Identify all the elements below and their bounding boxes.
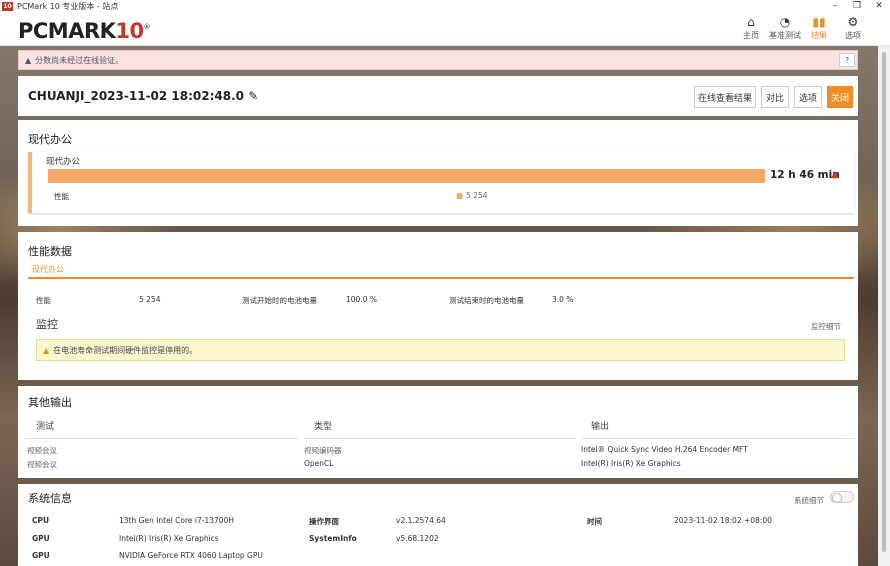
other-section-title: 其他输出 — [28, 396, 72, 409]
bar-chart-icon: ▮▮ — [812, 15, 826, 29]
sys-value: NVIDIA GeForce RTX 4060 Laptop GPU — [119, 551, 263, 560]
divider — [582, 438, 854, 439]
divider — [304, 438, 576, 439]
run-header-card: CHUANJI_2023-11-02 18:02:48.0 ✎ 在线查看结果 对… — [18, 76, 858, 116]
col-header-output: 输出 — [591, 422, 610, 432]
office-perf-value: 5 254 — [466, 191, 488, 200]
sys-label: GPU — [32, 534, 50, 543]
help-button[interactable]: ? — [839, 53, 855, 67]
compare-button[interactable]: 对比 — [761, 86, 789, 108]
office-test-name: 现代办公 — [46, 157, 81, 167]
sys-label: SystemInfo — [309, 534, 357, 543]
battery-end-label: 测试结束时的电池电量 — [449, 296, 524, 305]
sys-section-title: 系统信息 — [28, 492, 72, 505]
perf-row-value: 5 254 — [139, 295, 161, 304]
divider — [26, 438, 298, 439]
nav-benchmarks[interactable]: ◔ 基准测试 — [768, 14, 802, 41]
office-perf-label: 性能 — [54, 192, 69, 201]
vertical-scrollbar[interactable] — [878, 46, 890, 566]
window-title: PCMark 10 专业版本 - 站点 — [17, 1, 119, 11]
col-header-type: 类型 — [314, 422, 333, 432]
close-button[interactable]: 关闭 — [827, 86, 853, 108]
system-detail-toggle[interactable] — [830, 491, 854, 503]
validation-banner: ▲ 分数尚未经过在线验证。 ? — [18, 50, 858, 70]
options-button[interactable]: 选项 — [794, 86, 822, 108]
sys-label: 时间 — [587, 517, 602, 526]
battery-end-value: 3.0 % — [552, 295, 574, 304]
perf-row-label: 性能 — [36, 296, 51, 305]
office-section-title: 现代办公 — [28, 133, 72, 146]
sys-value: 13th Gen Intel Core i7-13700H — [119, 516, 234, 525]
tab-underline — [28, 277, 854, 279]
table-cell: OpenCL — [304, 459, 334, 468]
perf-section-title: 性能数据 — [28, 245, 72, 258]
legend-square-icon: ■ — [456, 191, 464, 200]
nav-options[interactable]: ⚙ 选项 — [836, 14, 870, 41]
window-titlebar: 10 PCMark 10 专业版本 - 站点 – ❐ ✕ — [0, 0, 890, 12]
warning-icon: ▲ — [25, 55, 32, 65]
other-outputs-card: 其他输出 测试 类型 输出 视频会议 视频编码器 Intel® Quick Sy… — [18, 386, 858, 478]
score-bar — [48, 169, 765, 183]
table-cell: 视频编码器 — [304, 446, 342, 455]
nav-results[interactable]: ▮▮ 结果 — [802, 14, 836, 41]
edit-pencil-icon[interactable]: ✎ — [248, 89, 258, 103]
app-logo-icon: 10 — [2, 1, 13, 11]
gauge-icon: ◔ — [779, 15, 791, 29]
gear-icon: ⚙ — [847, 15, 859, 29]
monitor-detail-link[interactable]: 监控细节 — [811, 321, 841, 332]
table-cell: 视频会议 — [27, 460, 57, 469]
table-cell: Intel(R) Iris(R) Xe Graphics — [581, 459, 681, 468]
table-cell: 视频会议 — [27, 446, 57, 455]
nav-home[interactable]: ⌂ 主页 — [734, 14, 768, 41]
col-header-test: 测试 — [36, 422, 55, 432]
brand-logo: PCMARK10® — [18, 19, 151, 43]
main-nav: ⌂ 主页 ◔ 基准测试 ▮▮ 结果 ⚙ 选项 — [734, 14, 870, 41]
office-result-panel: 现代办公 12 h 46 min ▲ 性能 ■ 5 254 — [28, 152, 854, 213]
window-controls: – ❐ ✕ — [824, 1, 890, 11]
warning-icon: ▲ — [43, 345, 50, 355]
view-online-button[interactable]: 在线查看结果 — [694, 86, 756, 108]
battery-start-label: 测试开始时的电池电量 — [242, 296, 317, 305]
validation-text: 分数尚未经过在线验证。 — [35, 55, 124, 65]
system-detail-label: 系统细节 — [794, 496, 824, 505]
monitor-warning-text: 在电池寿命测试期间硬件监控是停用的。 — [53, 345, 198, 355]
office-score-card: 现代办公 现代办公 12 h 46 min ▲ 性能 ■ 5 254 — [18, 120, 858, 226]
monitor-warning: ▲ 在电池寿命测试期间硬件监控是停用的。 — [36, 339, 845, 361]
close-window-icon[interactable]: ✕ — [868, 1, 890, 11]
sys-label: CPU — [32, 516, 50, 525]
tab-modern-office[interactable]: 现代办公 — [32, 264, 64, 275]
sys-value: v2.1.2574 64 — [396, 516, 446, 525]
minimize-icon[interactable]: – — [824, 1, 846, 11]
performance-data-card: 性能数据 现代办公 性能 5 254 测试开始时的电池电量 100.0 % 测试… — [18, 232, 858, 380]
sys-value: Intel(R) Iris(R) Xe Graphics — [119, 534, 219, 543]
battery-duration: 12 h 46 min — [770, 169, 840, 181]
sys-value: v5.68.1202 — [396, 534, 439, 543]
sys-label: 操作界面 — [309, 517, 339, 526]
home-icon: ⌂ — [747, 15, 755, 29]
sys-value: 2023-11-02 18:02 +08:00 — [674, 516, 772, 525]
run-title: CHUANJI_2023-11-02 18:02:48.0 ✎ — [28, 89, 259, 103]
duration-warning-icon: ▲ — [831, 169, 839, 180]
maximize-icon[interactable]: ❐ — [846, 1, 868, 11]
sys-label: GPU — [32, 551, 50, 560]
battery-start-value: 100.0 % — [346, 295, 377, 304]
system-info-card: 系统信息 系统细节 CPU 13th Gen Intel Core i7-137… — [18, 484, 858, 566]
monitor-title: 监控 — [36, 318, 58, 331]
scrollbar-thumb[interactable] — [882, 52, 886, 552]
app-header: PCMARK10® ⌂ 主页 ◔ 基准测试 ▮▮ 结果 ⚙ 选项 — [0, 12, 890, 46]
table-cell: Intel® Quick Sync Video H.264 Encoder MF… — [581, 445, 748, 454]
